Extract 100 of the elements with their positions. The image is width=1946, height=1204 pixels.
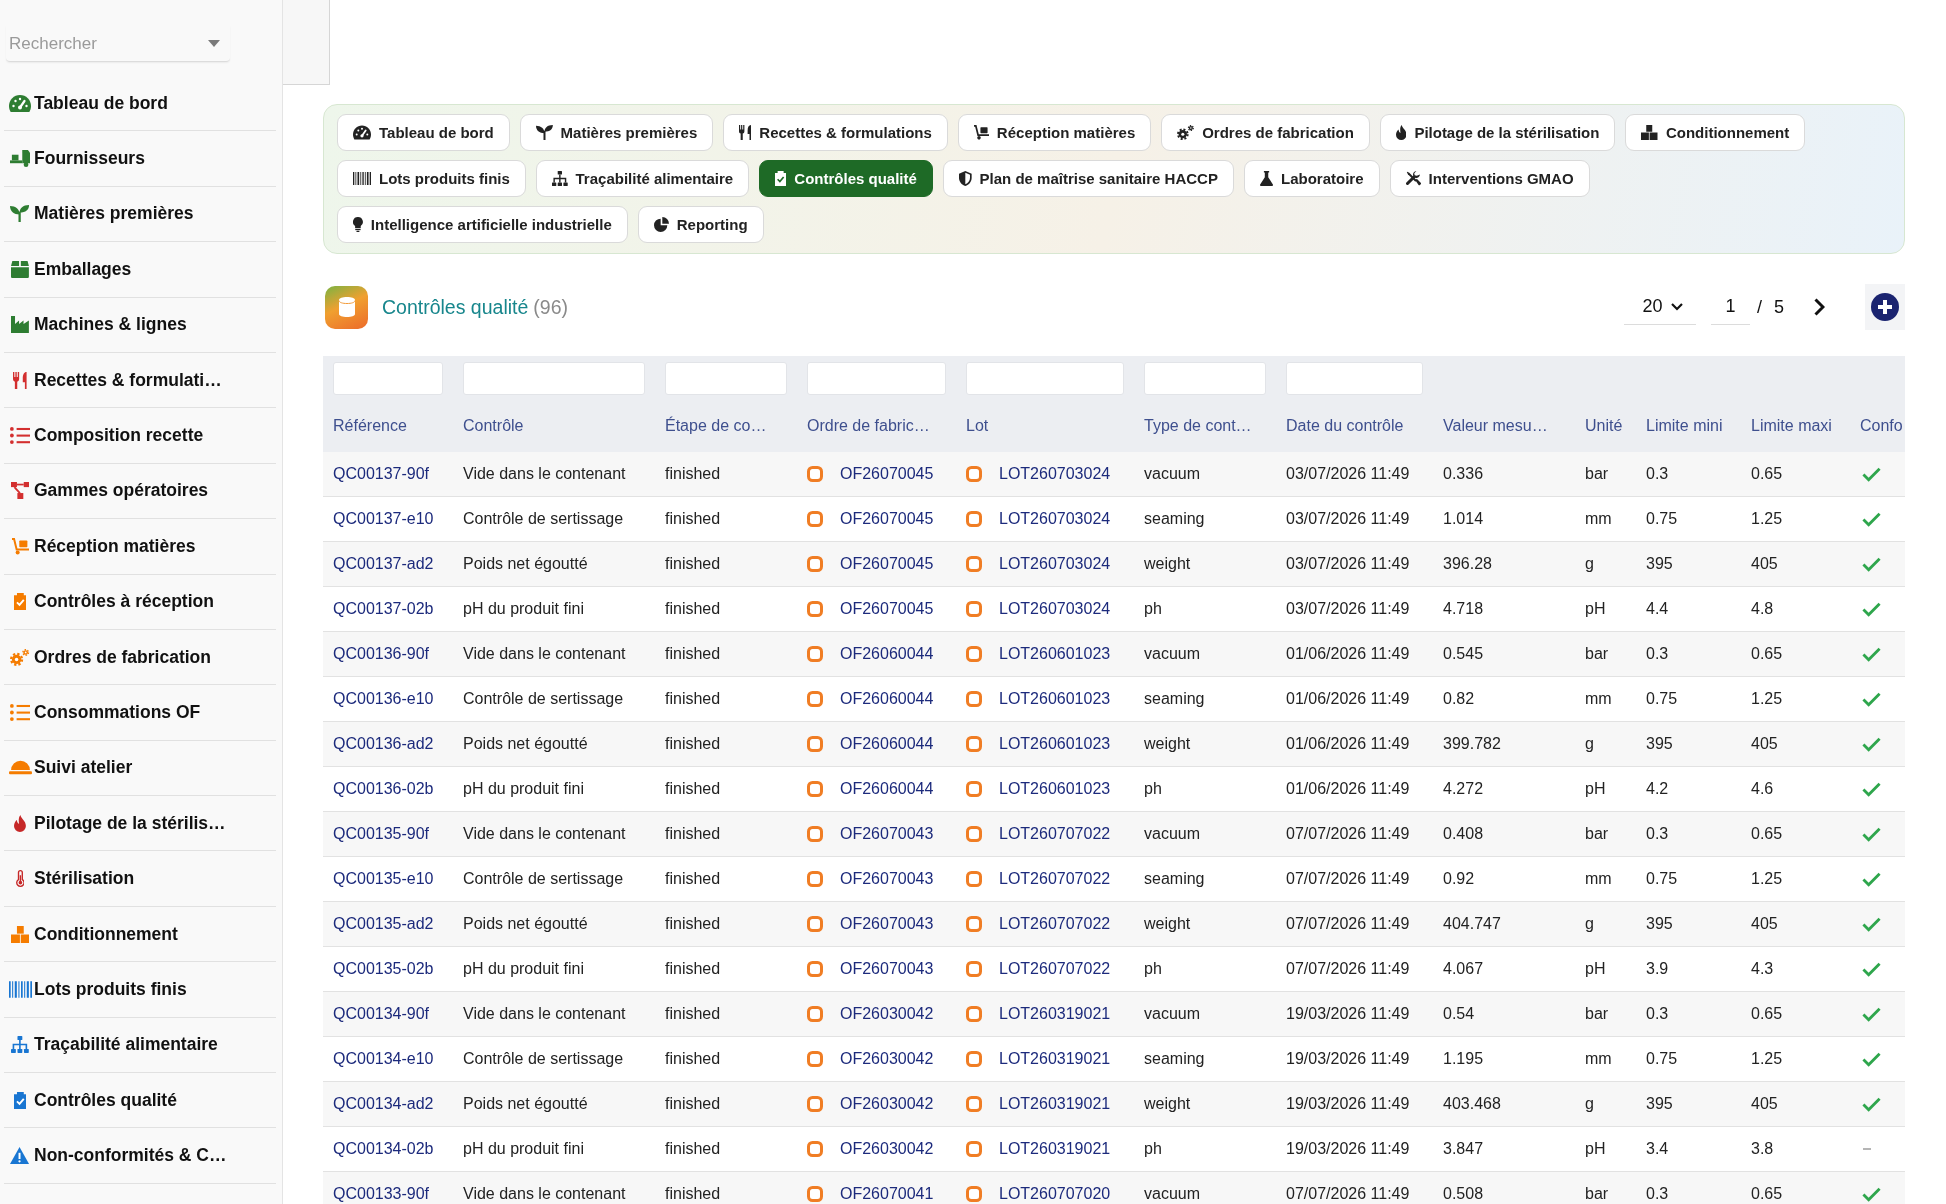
module-tab[interactable]: Traçabilité alimentaire (535, 160, 750, 197)
module-tab[interactable]: Contrôles qualité (759, 160, 933, 197)
sidebar-item[interactable]: Traçabilité alimentaire (4, 1017, 276, 1074)
sidebar-item[interactable]: Gammes opératoires (4, 463, 276, 520)
reference-link[interactable]: QC00135-ad2 (333, 915, 434, 933)
reference-link[interactable]: QC00137-02b (333, 600, 434, 618)
sidebar-item[interactable]: Non-conformités & C… (4, 1128, 276, 1184)
reference-link[interactable]: QC00136-ad2 (333, 735, 434, 753)
reference-link[interactable]: QC00135-90f (333, 825, 430, 843)
module-tab[interactable]: Interventions GMAO (1389, 160, 1590, 197)
filter-field[interactable] (807, 362, 946, 395)
sidebar-item[interactable]: Contrôles qualité (4, 1073, 276, 1129)
next-page-button[interactable] (1814, 298, 1825, 316)
module-tab[interactable]: Ordres de fabrication (1161, 114, 1370, 151)
record-link[interactable]: LOT260707022 (966, 960, 1111, 978)
record-link[interactable]: LOT260319021 (966, 1005, 1111, 1023)
sidebar-item[interactable]: Ordres de fabrication (4, 629, 276, 686)
page-input[interactable]: 1 (1710, 289, 1750, 325)
reference-link[interactable]: QC00137-ad2 (333, 555, 434, 573)
sidebar-item[interactable]: Tableau de bord (4, 76, 276, 132)
rounded-square-icon (966, 1096, 982, 1112)
record-link[interactable]: OF26070045 (807, 510, 934, 528)
record-link[interactable]: LOT260601023 (966, 645, 1111, 663)
record-link[interactable]: OF26030042 (807, 1140, 934, 1158)
sidebar-item[interactable]: Recettes & formulati… (4, 352, 276, 409)
record-link[interactable]: LOT260703024 (966, 465, 1111, 483)
record-link[interactable]: OF26070045 (807, 465, 934, 483)
record-link[interactable]: LOT260601023 (966, 690, 1111, 708)
reference-link[interactable]: QC00136-90f (333, 645, 430, 663)
module-tab[interactable]: Matières premières (519, 114, 714, 151)
record-link[interactable]: LOT260703024 (966, 600, 1111, 618)
filter-field[interactable] (333, 362, 443, 395)
module-tab[interactable]: Reporting (637, 206, 764, 243)
module-tab[interactable]: Pilotage de la stérilisation (1379, 114, 1616, 151)
module-tab[interactable]: Plan de maîtrise sanitaire HACCP (942, 160, 1234, 197)
module-tab[interactable]: Intelligence artificielle industrielle (337, 206, 628, 243)
sidebar-item[interactable]: Pilotage de la stérilis… (4, 796, 276, 852)
record-link[interactable]: OF26030042 (807, 1095, 934, 1113)
sidebar-item[interactable]: Matières premières (4, 186, 276, 243)
reference-link[interactable]: QC00137-e10 (333, 510, 434, 528)
record-link[interactable]: OF26060044 (807, 645, 934, 663)
record-link[interactable]: LOT260703024 (966, 510, 1111, 528)
record-link[interactable]: OF26060044 (807, 735, 934, 753)
sidebar-item[interactable]: Suivi atelier (4, 740, 276, 797)
reference-link[interactable]: QC00133-90f (333, 1185, 430, 1203)
record-link[interactable]: OF26070043 (807, 960, 934, 978)
record-link[interactable]: OF26070043 (807, 825, 934, 843)
add-button[interactable] (1865, 284, 1905, 330)
record-link[interactable]: LOT260601023 (966, 780, 1111, 798)
record-link[interactable]: LOT260319021 (966, 1140, 1111, 1158)
record-link[interactable]: OF26070043 (807, 870, 934, 888)
record-link[interactable]: LOT260707022 (966, 915, 1111, 933)
record-link[interactable]: LOT260707022 (966, 870, 1111, 888)
sidebar-item[interactable]: Composition recette (4, 408, 276, 464)
module-tab[interactable]: Tableau de bord (337, 114, 510, 151)
record-link[interactable]: LOT260601023 (966, 735, 1111, 753)
module-tab[interactable]: Recettes & formulations (723, 114, 948, 151)
reference-link[interactable]: QC00134-02b (333, 1140, 434, 1158)
table-text: pH du produit fini (463, 960, 584, 978)
reference-link[interactable]: QC00136-e10 (333, 690, 434, 708)
reference-link[interactable]: QC00134-90f (333, 1005, 430, 1023)
reference-link[interactable]: QC00134-ad2 (333, 1095, 434, 1113)
module-tab[interactable]: Réception matières (957, 114, 1152, 151)
sidebar-item[interactable]: Conditionnement (4, 906, 276, 963)
sidebar-item[interactable]: Machines & lignes (4, 297, 276, 353)
record-link[interactable]: OF26060044 (807, 690, 934, 708)
record-link[interactable]: LOT260319021 (966, 1095, 1111, 1113)
module-tab[interactable]: Lots produits finis (337, 160, 526, 197)
reference-link[interactable]: QC00134-e10 (333, 1050, 434, 1068)
filter-field[interactable] (463, 362, 645, 395)
reference-link[interactable]: QC00135-02b (333, 960, 434, 978)
record-link[interactable]: LOT260319021 (966, 1050, 1111, 1068)
sidebar-item[interactable]: Emballages (4, 242, 276, 298)
record-link[interactable]: OF26070045 (807, 600, 934, 618)
filter-field[interactable] (665, 362, 787, 395)
filter-field[interactable] (1144, 362, 1266, 395)
record-link[interactable]: LOT260707022 (966, 825, 1111, 843)
reference-link[interactable]: QC00136-02b (333, 780, 434, 798)
sidebar-item[interactable]: Réception matières (4, 519, 276, 575)
sidebar-item[interactable]: Lots produits finis (4, 962, 276, 1018)
filter-field[interactable] (1286, 362, 1423, 395)
record-link[interactable]: OF26070045 (807, 555, 934, 573)
module-tab[interactable]: Conditionnement (1625, 114, 1806, 151)
sidebar-item[interactable]: Stérilisation (4, 851, 276, 907)
reference-link[interactable]: QC00137-90f (333, 465, 430, 483)
sidebar-item[interactable]: Fournisseurs (4, 131, 276, 187)
record-link[interactable]: LOT260703024 (966, 555, 1111, 573)
page-size-select[interactable]: 20 (1623, 289, 1696, 325)
record-link[interactable]: OF26030042 (807, 1005, 934, 1023)
record-link[interactable]: LOT260707020 (966, 1185, 1111, 1203)
filter-field[interactable] (966, 362, 1124, 395)
record-link[interactable]: OF26060044 (807, 780, 934, 798)
record-link[interactable]: OF26070041 (807, 1185, 934, 1203)
sidebar-item[interactable]: Consommations OF (4, 685, 276, 741)
module-tab[interactable]: Laboratoire (1243, 160, 1380, 197)
search-field[interactable]: Rechercher (9, 28, 208, 59)
record-link[interactable]: OF26070043 (807, 915, 934, 933)
record-link[interactable]: OF26030042 (807, 1050, 934, 1068)
sidebar-item[interactable]: Contrôles à réception (4, 574, 276, 630)
reference-link[interactable]: QC00135-e10 (333, 870, 434, 888)
